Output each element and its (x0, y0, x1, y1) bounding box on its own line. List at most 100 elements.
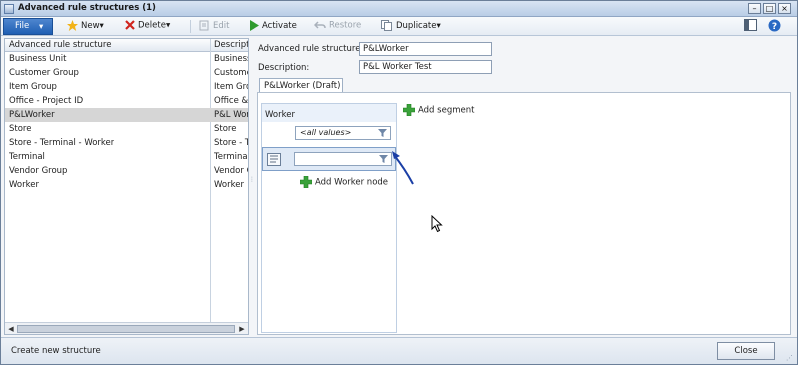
table-row[interactable]: Office - Project ID Office & (5, 94, 248, 108)
plus-icon (402, 103, 416, 117)
table-row[interactable]: Customer Group Custome (5, 66, 248, 80)
structure-label: Advanced rule structure: (258, 44, 364, 54)
table-row[interactable]: Store - Terminal - Worker Store - T (5, 136, 248, 150)
row-description: Office & (214, 96, 248, 106)
title-bar: Advanced rule structures (1) – □ × (1, 1, 797, 17)
worker-node-input[interactable] (294, 152, 392, 166)
row-description: Vendor G (214, 166, 248, 176)
row-name: Vendor Group (9, 166, 68, 176)
maximize-button[interactable]: □ (763, 3, 776, 14)
all-values-text: <all values> (300, 128, 352, 137)
row-name: Terminal (9, 152, 45, 162)
column-header-description[interactable]: Descripti (214, 40, 248, 50)
file-menu-button[interactable]: File ▾ (3, 18, 53, 35)
table-row[interactable]: Vendor Group Vendor G (5, 164, 248, 178)
app-icon (4, 4, 14, 14)
svg-text:?: ? (772, 22, 777, 32)
table-row-selected[interactable]: P&LWorker P&L Wor (5, 108, 248, 122)
row-description: Store (214, 124, 237, 134)
new-button[interactable]: New▾ (67, 20, 104, 33)
add-segment-label: Add segment (418, 105, 475, 116)
segment-header: Worker (262, 104, 396, 122)
row-name: Office - Project ID (9, 96, 84, 106)
mouse-cursor-icon (431, 215, 443, 233)
close-window-button[interactable]: × (778, 3, 791, 14)
new-star-icon (67, 20, 78, 31)
filter-icon[interactable] (378, 129, 387, 137)
chevron-down-icon: ▾ (99, 21, 104, 31)
tab-draft[interactable]: P&LWorker (Draft) (259, 78, 343, 93)
add-node-label: Add Worker node (315, 177, 389, 188)
activate-label: Activate (262, 21, 297, 31)
structure-grid: Advanced rule structure Descripti Busine… (4, 38, 249, 335)
annotation-arrow-icon (392, 151, 414, 185)
chevron-down-icon: ▾ (436, 21, 441, 31)
add-segment-button[interactable]: Add segment (402, 103, 475, 117)
all-values-field[interactable]: <all values> (295, 126, 391, 140)
table-row[interactable]: Worker Worker (5, 178, 248, 192)
activate-button[interactable]: Activate (249, 20, 297, 33)
plus-icon (299, 175, 313, 189)
minimize-button[interactable]: – (748, 3, 761, 14)
restore-button[interactable]: Restore (314, 20, 361, 33)
segment-title: Worker (265, 110, 295, 120)
close-button[interactable]: Close (717, 342, 775, 360)
play-icon (250, 20, 259, 31)
row-description: Business (214, 54, 248, 64)
layout-toggle-icon[interactable] (744, 19, 757, 32)
scroll-right-icon[interactable]: ▶ (237, 324, 247, 334)
duplicate-icon (381, 20, 392, 31)
restore-label: Restore (329, 20, 362, 31)
status-text: Create new structure (11, 346, 101, 356)
row-description: Worker (214, 180, 244, 190)
app-window: Advanced rule structures (1) – □ × File … (0, 0, 798, 365)
row-description: Terminal (214, 152, 248, 162)
new-label: New (81, 21, 100, 31)
scrollbar-thumb[interactable] (17, 325, 235, 333)
undo-arrow-icon (314, 21, 326, 29)
help-icon[interactable]: ? (768, 19, 781, 32)
row-name: P&LWorker (9, 110, 55, 120)
status-bar: Create new structure Close ⋰ (1, 337, 797, 364)
resize-grip-icon[interactable]: ⋰ (786, 354, 793, 362)
action-pane: File ▾ New▾ Delete▾ Edit Activate Restor… (1, 17, 797, 36)
row-name: Store (9, 124, 32, 134)
scroll-left-icon[interactable]: ◀ (6, 324, 16, 334)
toolbar-separator (190, 20, 191, 33)
horizontal-scrollbar[interactable]: ◀ ▶ (5, 322, 248, 334)
structure-name-field[interactable]: P&LWorker (359, 42, 492, 56)
row-name: Worker (9, 180, 39, 190)
worker-segment-panel: Worker <all values> Add Worker node (261, 103, 397, 333)
row-description: Store - T (214, 138, 248, 148)
panel-splitter[interactable]: ⋮ (249, 177, 255, 183)
chevron-down-icon: ▾ (39, 22, 44, 32)
delete-x-icon (125, 20, 135, 30)
window-title: Advanced rule structures (1) (18, 3, 156, 13)
row-description: Custome (214, 68, 248, 78)
worker-node-row[interactable] (262, 147, 396, 171)
grid-header: Advanced rule structure Descripti (5, 39, 248, 52)
description-field[interactable]: P&L Worker Test (359, 60, 492, 74)
row-name: Item Group (9, 82, 57, 92)
chevron-down-icon: ▾ (165, 20, 171, 31)
row-name: Customer Group (9, 68, 79, 78)
table-row[interactable]: Item Group Item Grou (5, 80, 248, 94)
edit-button[interactable]: Edit (199, 20, 229, 33)
filter-icon[interactable] (379, 155, 388, 163)
delete-label: Delete (138, 20, 166, 31)
duplicate-button[interactable]: Duplicate▾ (381, 20, 441, 33)
row-name: Business Unit (9, 54, 67, 64)
row-name: Store - Terminal - Worker (9, 138, 115, 148)
node-properties-icon[interactable] (267, 153, 281, 166)
row-description: Item Grou (214, 82, 248, 92)
duplicate-label: Duplicate (396, 21, 437, 31)
table-row[interactable]: Business Unit Business (5, 52, 248, 66)
table-row[interactable]: Store Store (5, 122, 248, 136)
add-worker-node-button[interactable]: Add Worker node (299, 175, 389, 189)
table-row[interactable]: Terminal Terminal (5, 150, 248, 164)
description-label: Description: (258, 63, 310, 73)
edit-pencil-icon (199, 20, 209, 31)
edit-label: Edit (213, 21, 230, 31)
delete-button[interactable]: Delete▾ (125, 20, 170, 33)
column-header-structure[interactable]: Advanced rule structure (9, 40, 209, 50)
